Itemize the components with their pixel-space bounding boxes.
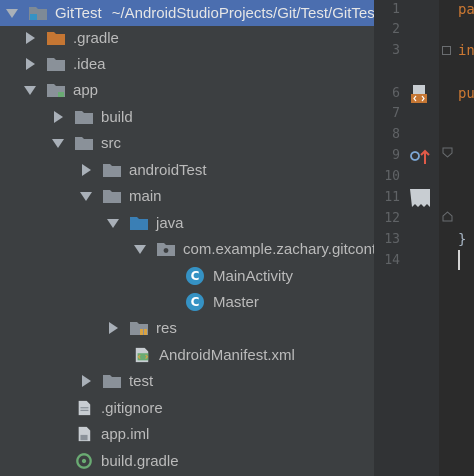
tree-row-test-folder[interactable]: test <box>0 368 374 394</box>
tree-item-label: app.iml <box>101 425 150 443</box>
tree-row-gradle-folder[interactable]: .gradle <box>0 25 374 51</box>
chevron-right-icon[interactable] <box>52 111 64 123</box>
folder-icon <box>102 187 122 205</box>
tree-item-label: MainActivity <box>213 267 294 285</box>
code-line-1: pa <box>458 2 474 18</box>
tree-row-master-class[interactable]: C Master <box>0 289 374 315</box>
module-folder-icon <box>28 4 48 22</box>
folder-icon <box>102 372 122 390</box>
chevron-right-icon[interactable] <box>80 375 92 387</box>
line-number: 10 <box>384 169 400 184</box>
tree-item-label: build <box>101 108 133 126</box>
tree-row-gitignore[interactable]: .gitignore <box>0 395 374 421</box>
tree-item-label: main <box>129 187 162 205</box>
module-folder-icon <box>46 81 66 99</box>
line-number: 6 <box>392 86 400 101</box>
tree-row-mainactivity-class[interactable]: C MainActivity <box>0 263 374 289</box>
line-number: 13 <box>384 232 400 247</box>
resources-folder-icon <box>129 319 149 337</box>
chevron-right-icon[interactable] <box>107 322 119 334</box>
code-line-6: pu <box>458 86 474 102</box>
chevron-right-icon[interactable] <box>24 32 36 44</box>
line-number: 9 <box>392 148 400 163</box>
chevron-down-icon[interactable] <box>134 243 146 255</box>
line-number: 2 <box>392 22 400 37</box>
root-project-path: ~/AndroidStudioProjects/Git/Test/GitTest <box>111 4 374 22</box>
tree-item-label: app <box>73 81 99 99</box>
project-tool-window: GitTest ~/AndroidStudioProjects/Git/Test… <box>0 0 374 476</box>
chevron-down-icon[interactable] <box>107 217 119 229</box>
manifest-icon <box>132 346 152 364</box>
tree-item-label: Master <box>213 293 259 311</box>
tree-item-label: java <box>156 214 184 232</box>
tree-item-label: test <box>129 372 154 390</box>
code-line-13: } <box>458 232 467 248</box>
tree-row-androidtest-folder[interactable]: androidTest <box>0 157 374 183</box>
tree-row-res-folder[interactable]: res <box>0 315 374 341</box>
line-number: 12 <box>384 211 400 226</box>
no-arrow <box>52 402 64 414</box>
fold-expand-icon[interactable] <box>442 46 451 55</box>
tree-item-label: src <box>101 134 121 152</box>
file-icon <box>74 399 94 417</box>
class-icon: C <box>186 293 206 311</box>
tree-item-label: .gradle <box>73 29 119 47</box>
no-arrow <box>107 349 119 361</box>
folder-icon <box>74 108 94 126</box>
package-icon <box>156 240 176 258</box>
folder-orange-icon <box>46 29 66 47</box>
chevron-right-icon[interactable] <box>80 164 92 176</box>
root-project-name: GitTest <box>55 4 102 22</box>
tree-row-src-folder[interactable]: src <box>0 130 374 156</box>
chevron-down-icon[interactable] <box>80 190 92 202</box>
no-arrow <box>166 296 178 308</box>
tree-row-app-iml[interactable]: app.iml <box>0 421 374 447</box>
code-line-3: in <box>458 43 474 59</box>
tree-item-label: androidTest <box>129 161 207 179</box>
no-arrow <box>166 270 178 282</box>
tree-row-build-gradle[interactable]: build.gradle <box>0 448 374 474</box>
tree-row-root[interactable]: GitTest ~/AndroidStudioProjects/Git/Test… <box>0 0 374 26</box>
tree-item-label: build.gradle <box>101 452 179 470</box>
tree-item-label: res <box>156 319 177 337</box>
tree-item-label: .idea <box>73 55 106 73</box>
class-icon: C <box>186 267 206 285</box>
folder-icon <box>74 134 94 152</box>
code-editor[interactable]: 1 2 3 6 7 8 9 10 11 12 13 14 pa in pu } <box>374 0 474 476</box>
tree-row-package[interactable]: com.example.zachary.gitcontrolproject <box>0 236 374 262</box>
line-number: 7 <box>392 106 400 121</box>
tree-item-label: com.example.zachary.gitcontrolproject <box>183 240 374 258</box>
override-up-arrow-icon[interactable] <box>409 146 431 166</box>
tree-row-java-folder[interactable]: java <box>0 210 374 236</box>
chevron-down-icon[interactable] <box>24 84 36 96</box>
tree-row-idea-folder[interactable]: .idea <box>0 51 374 77</box>
no-arrow <box>52 428 64 440</box>
layout-file-icon[interactable] <box>409 84 429 104</box>
tree-item-label: AndroidManifest.xml <box>159 346 295 364</box>
tree-row-build-folder[interactable]: build <box>0 104 374 130</box>
line-number: 8 <box>392 127 400 142</box>
tree-row-main-folder[interactable]: main <box>0 183 374 209</box>
chevron-down-icon[interactable] <box>52 137 64 149</box>
line-number: 1 <box>392 2 400 17</box>
fold-collapse-icon[interactable] <box>442 147 453 158</box>
line-number: 14 <box>384 253 400 268</box>
chevron-down-icon[interactable] <box>6 7 18 19</box>
breakpoint-marker-icon[interactable] <box>409 188 431 208</box>
fold-end-icon[interactable] <box>442 211 453 222</box>
line-number: 3 <box>392 43 400 58</box>
source-folder-icon <box>129 214 149 232</box>
tree-row-app-module[interactable]: app <box>0 77 374 103</box>
folder-icon <box>46 55 66 73</box>
tree-item-label: .gitignore <box>101 399 163 417</box>
folder-icon <box>102 161 122 179</box>
no-arrow <box>52 455 64 467</box>
line-number: 11 <box>384 190 400 205</box>
text-caret <box>458 250 460 270</box>
gradle-icon <box>74 452 94 470</box>
tree-row-androidmanifest[interactable]: AndroidManifest.xml <box>0 342 374 368</box>
iml-file-icon <box>74 425 94 443</box>
chevron-right-icon[interactable] <box>24 58 36 70</box>
